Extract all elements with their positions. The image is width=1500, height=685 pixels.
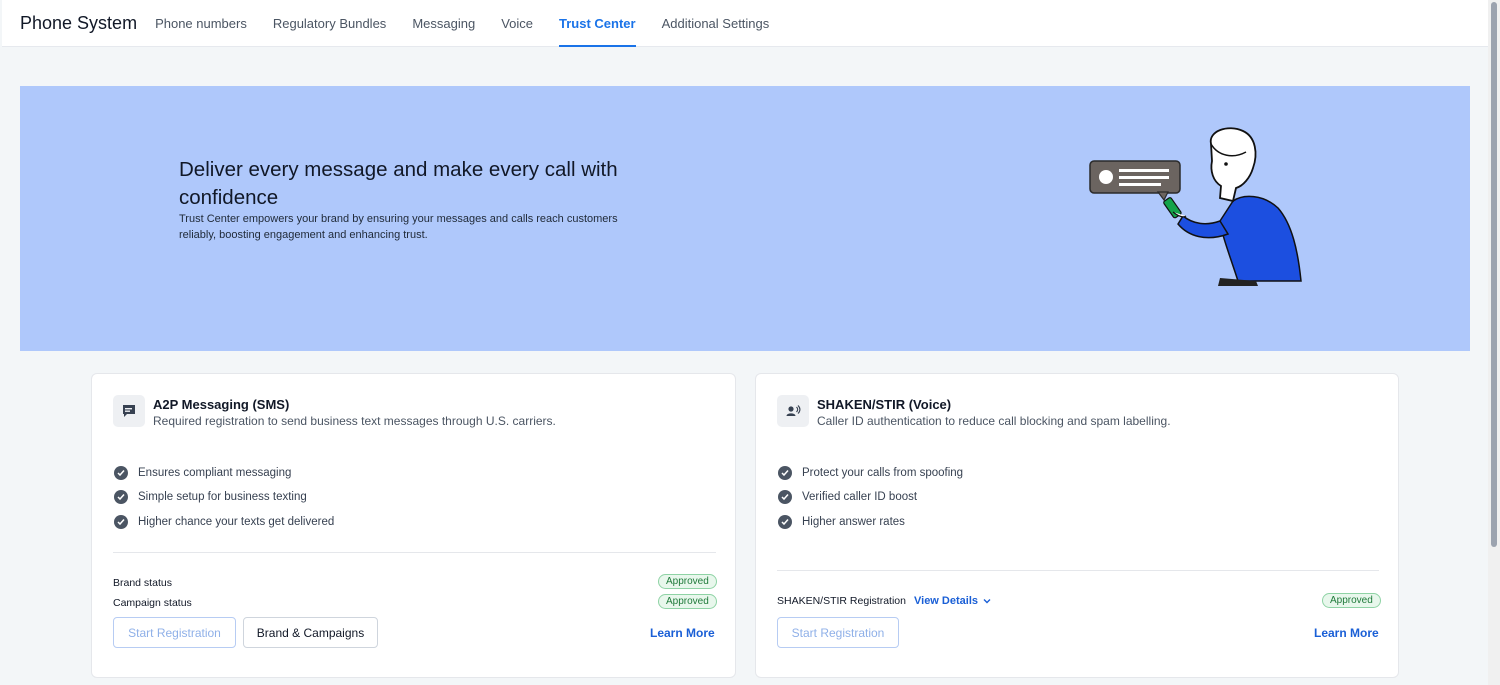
check-circle-icon [778, 466, 792, 480]
shaken-registration-label: SHAKEN/STIR Registration [777, 595, 906, 607]
start-registration-button[interactable]: Start Registration [113, 617, 236, 648]
feature-item: Simple setup for business texting [114, 490, 307, 504]
feature-label: Protect your calls from spoofing [802, 467, 964, 479]
feature-item: Protect your calls from spoofing [778, 466, 963, 480]
feature-item: Higher answer rates [778, 515, 905, 529]
feature-label: Higher answer rates [802, 516, 905, 528]
shaken-card-subtitle: Caller ID authentication to reduce call … [817, 414, 1171, 428]
caller-voice-icon [777, 395, 809, 427]
campaign-status-badge: Approved [658, 594, 717, 609]
campaign-status-label: Campaign status [113, 597, 192, 609]
tab-trust-center[interactable]: Trust Center [559, 0, 636, 47]
feature-item: Higher chance your texts get delivered [114, 515, 334, 529]
tab-phone-numbers[interactable]: Phone numbers [155, 0, 247, 47]
check-circle-icon [114, 466, 128, 480]
check-circle-icon [778, 490, 792, 504]
person-with-phone-illustration [1089, 127, 1302, 286]
chat-bubble-icon [113, 395, 145, 427]
view-details-label: View Details [914, 595, 978, 607]
feature-label: Simple setup for business texting [138, 491, 307, 503]
shaken-card-title: SHAKEN/STIR (Voice) [817, 397, 952, 412]
check-circle-icon [778, 515, 792, 529]
hero-description: Trust Center empowers your brand by ensu… [179, 213, 618, 241]
hero-banner: Deliver every message and make every cal… [20, 86, 1470, 351]
a2p-card-subtitle: Required registration to send business t… [153, 414, 556, 428]
hero-title: Deliver every message and make every cal… [179, 158, 618, 209]
tab-additional-settings[interactable]: Additional Settings [662, 0, 770, 47]
scrollbar-thumb[interactable] [1491, 2, 1497, 547]
shaken-stir-card: SHAKEN/STIR (Voice) Caller ID authentica… [755, 373, 1399, 678]
shaken-registration-badge: Approved [1322, 593, 1381, 608]
start-registration-button[interactable]: Start Registration [777, 617, 899, 648]
learn-more-link[interactable]: Learn More [1314, 626, 1379, 640]
page-scrollbar[interactable] [1488, 0, 1500, 685]
feature-label: Verified caller ID boost [802, 491, 918, 503]
learn-more-link[interactable]: Learn More [650, 626, 715, 640]
chevron-down-icon [983, 599, 991, 604]
feature-label: Ensures compliant messaging [138, 467, 292, 479]
a2p-messaging-card: A2P Messaging (SMS) Required registratio… [91, 373, 736, 678]
tab-voice[interactable]: Voice [501, 0, 533, 47]
brand-campaigns-button[interactable]: Brand & Campaigns [243, 617, 378, 648]
tab-regulatory-bundles[interactable]: Regulatory Bundles [273, 0, 386, 47]
feature-item: Ensures compliant messaging [114, 466, 291, 480]
brand-status-label: Brand status [113, 577, 172, 589]
card-divider [113, 552, 716, 553]
check-circle-icon [114, 515, 128, 529]
tab-messaging[interactable]: Messaging [412, 0, 475, 47]
feature-item: Verified caller ID boost [778, 490, 917, 504]
brand-status-badge: Approved [658, 574, 717, 589]
feature-label: Higher chance your texts get delivered [138, 516, 335, 528]
view-details-toggle[interactable]: View Details [914, 595, 992, 607]
card-divider [777, 570, 1379, 571]
check-circle-icon [114, 490, 128, 504]
app-title: Phone System [20, 12, 138, 33]
a2p-card-title: A2P Messaging (SMS) [153, 397, 290, 412]
top-nav-bar: Phone System Phone numbers Regulatory Bu… [2, 0, 1488, 47]
